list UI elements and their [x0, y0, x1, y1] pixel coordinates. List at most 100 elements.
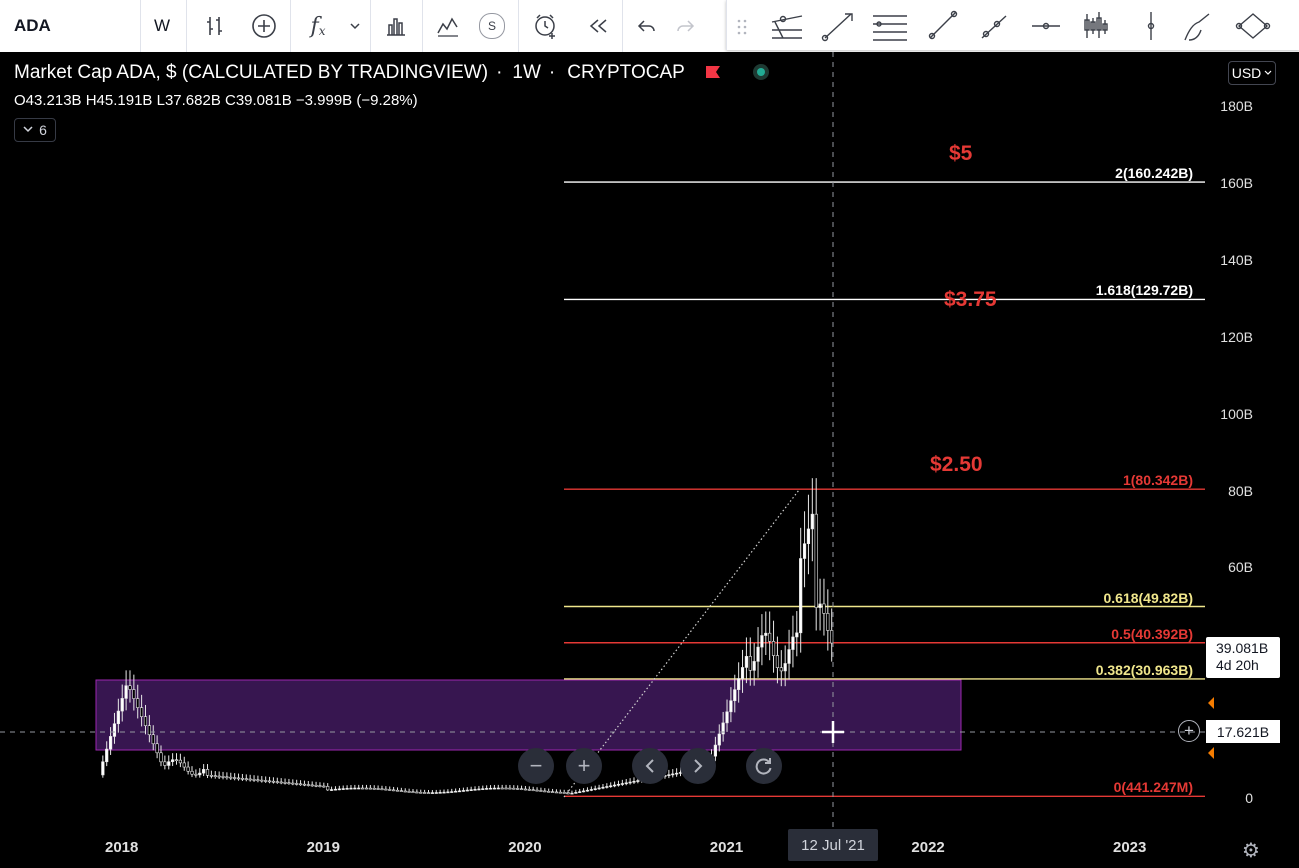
price-axis-tick: 80B — [1228, 482, 1253, 499]
trend-line-tool-icon[interactable] — [928, 10, 958, 40]
reset-icon — [755, 758, 772, 775]
chevron-right-icon — [694, 759, 703, 773]
vertical-line-tool-icon[interactable] — [1147, 12, 1155, 40]
price-axis-tick: 0 — [1245, 790, 1253, 806]
add-alert-crosshair-button[interactable]: + — [1178, 720, 1200, 742]
drag-handle-icon[interactable] — [737, 19, 747, 35]
bar-style-icon — [207, 17, 222, 35]
symbol-search-button[interactable]: ADA — [0, 0, 140, 52]
candle-body — [461, 790, 465, 792]
financials-button[interactable] — [378, 0, 414, 52]
candle-body — [760, 635, 764, 648]
candle-body — [783, 663, 787, 672]
candle-body — [547, 790, 551, 793]
alert-button[interactable] — [526, 0, 566, 52]
indicators-button[interactable]: fx — [300, 0, 336, 52]
compare-icon: S — [479, 13, 505, 39]
currency-selector[interactable]: USD — [1228, 61, 1276, 85]
fib-level-label: 0(441.247M) — [1113, 779, 1193, 796]
indicators-dropdown-button[interactable] — [344, 0, 366, 52]
scroll-left-button[interactable] — [632, 748, 668, 784]
candle-body — [233, 777, 237, 779]
candle-body — [252, 779, 256, 781]
candle-body — [434, 792, 438, 794]
candle-body — [376, 788, 380, 790]
candle-body — [562, 792, 566, 794]
time-axis-tick: 2018 — [105, 839, 139, 856]
candle-body — [384, 788, 388, 791]
interval-button[interactable]: W — [140, 0, 184, 52]
candle-body — [523, 788, 528, 791]
bar-chart-icon — [387, 18, 405, 36]
candle-body — [799, 558, 803, 634]
candle-body — [116, 710, 120, 725]
zoom-out-button[interactable]: − — [518, 748, 554, 784]
zoom-in-button[interactable]: + — [566, 748, 602, 784]
candle-body — [322, 785, 326, 788]
compare-chart-button[interactable] — [430, 0, 466, 52]
undo-button[interactable] — [630, 0, 664, 52]
trend-angle-tool-icon[interactable] — [821, 13, 853, 42]
price-axis-tick: 180B — [1220, 98, 1253, 115]
candle-body — [101, 761, 105, 776]
candle-body — [380, 788, 384, 791]
redo-icon — [677, 20, 695, 32]
flag-icon[interactable] — [704, 65, 722, 79]
candle-body — [411, 791, 415, 794]
pitchfork-tool-icon[interactable] — [771, 15, 803, 39]
candle-body — [667, 774, 671, 776]
candle-body — [740, 667, 745, 679]
candle-body — [182, 762, 186, 768]
candle-body — [748, 656, 752, 671]
replay-button[interactable] — [580, 0, 616, 52]
alarm-clock-icon — [535, 14, 555, 39]
candle-body — [508, 787, 512, 790]
candle-body — [275, 781, 279, 783]
brush-tool-icon[interactable] — [1184, 13, 1210, 41]
candle-body — [616, 783, 621, 786]
redo-button[interactable] — [668, 0, 702, 52]
candle-body — [469, 789, 473, 791]
candle-body — [597, 787, 601, 790]
candle-body — [217, 775, 221, 778]
candle-body — [399, 790, 403, 792]
candle-body — [818, 603, 822, 608]
reset-chart-button[interactable] — [746, 748, 782, 784]
price-axis-tick: 140B — [1220, 251, 1253, 268]
time-axis-tick: 2019 — [306, 839, 340, 856]
candle-body — [477, 788, 481, 791]
toolbar-separator — [622, 0, 623, 52]
chart-settings-gear-icon[interactable]: ⚙ — [1242, 838, 1260, 863]
add-indicator-button[interactable] — [246, 0, 282, 52]
candle-body — [454, 790, 458, 793]
compare-symbol-button[interactable]: S — [474, 0, 510, 52]
chevron-left-icon — [645, 759, 654, 773]
candle-body — [457, 790, 462, 793]
scroll-right-button[interactable] — [680, 748, 716, 784]
candles-tool-icon[interactable] — [1084, 12, 1108, 38]
toolbar-separator — [422, 0, 423, 52]
candle-body — [368, 787, 372, 790]
chevron-down-icon — [1264, 70, 1272, 75]
path-tool-icon[interactable] — [1235, 13, 1271, 39]
candle-body — [295, 783, 299, 785]
horizontal-ray-tool-icon[interactable] — [1032, 22, 1060, 30]
price-axis-tick: 120B — [1220, 328, 1253, 345]
candle-body — [248, 778, 252, 781]
legend-symbol-name: Market Cap ADA, $ (CALCULATED BY TRADING… — [14, 62, 489, 83]
candle-body — [512, 787, 516, 790]
bar-style-button[interactable] — [198, 0, 232, 52]
horizontal-lines-tool-icon[interactable] — [873, 15, 907, 41]
price-chart[interactable] — [0, 52, 1299, 868]
range-zone-box — [95, 679, 962, 751]
candle-body — [271, 780, 276, 783]
candle-body — [326, 786, 330, 791]
chart-legend-title[interactable]: Market Cap ADA, $ (CALCULATED BY TRADING… — [14, 62, 770, 84]
chart-area[interactable] — [0, 52, 1299, 868]
range-zone-layer — [95, 679, 962, 751]
ray-tool-icon[interactable] — [981, 15, 1007, 39]
candle-body — [310, 784, 314, 787]
candle-body — [628, 781, 632, 784]
candle-body — [535, 789, 539, 792]
indicators-collapse-button[interactable]: 6 — [14, 118, 56, 142]
